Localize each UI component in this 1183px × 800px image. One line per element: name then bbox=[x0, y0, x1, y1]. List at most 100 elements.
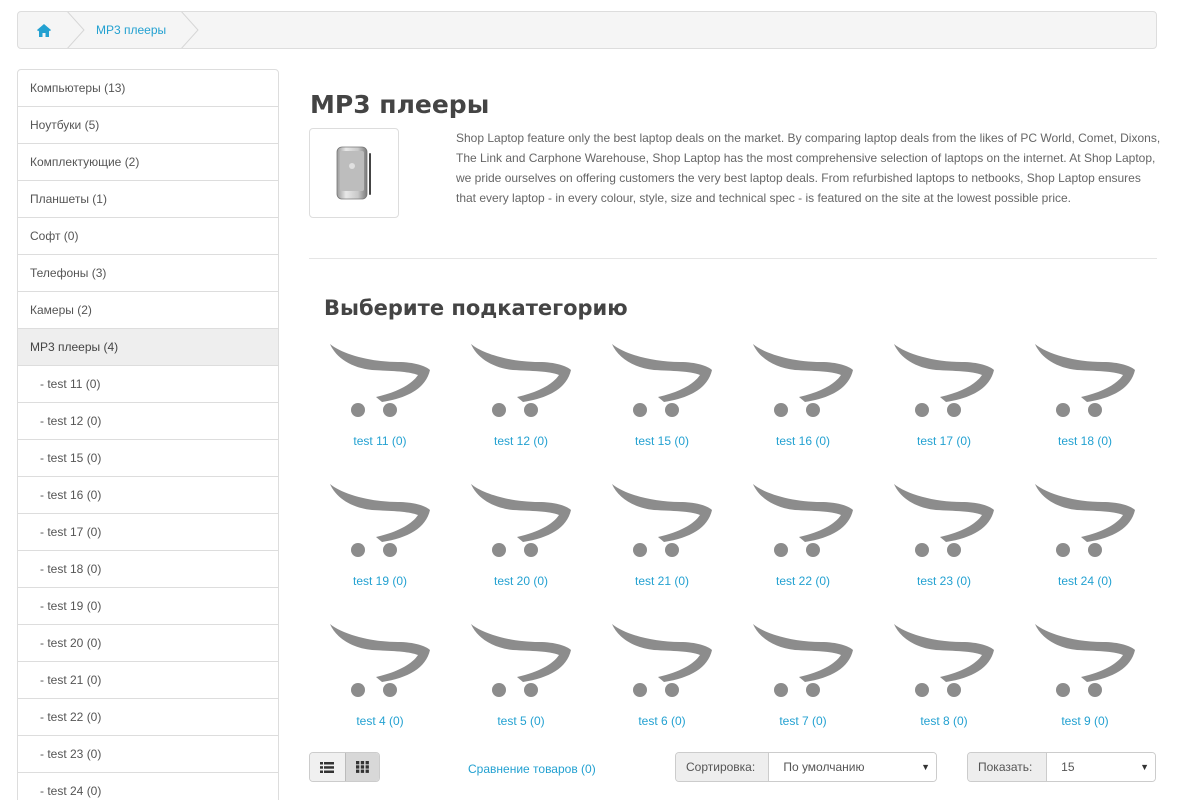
subcategory-item[interactable]: test 21 (0) bbox=[592, 480, 732, 610]
subcategory-link[interactable]: test 15 (0) bbox=[592, 434, 732, 448]
cart-placeholder-icon bbox=[330, 344, 430, 417]
subcategory-item[interactable]: test 11 (0) bbox=[310, 340, 450, 470]
subcategory-item[interactable]: test 18 (0) bbox=[1015, 340, 1155, 470]
sidebar-item[interactable]: Софт (0) bbox=[18, 218, 278, 255]
page-title: MP3 плееры bbox=[310, 90, 490, 119]
cart-placeholder-icon bbox=[753, 344, 853, 417]
sidebar-subitem[interactable]: - test 19 (0) bbox=[18, 588, 278, 625]
subcategory-item[interactable]: test 20 (0) bbox=[451, 480, 591, 610]
subcategory-link[interactable]: test 11 (0) bbox=[310, 434, 450, 448]
subcategory-link[interactable]: test 24 (0) bbox=[1015, 574, 1155, 588]
sidebar-subitem[interactable]: - test 20 (0) bbox=[18, 625, 278, 662]
sidebar-subitem[interactable]: - test 24 (0) bbox=[18, 773, 278, 800]
cart-placeholder-icon bbox=[471, 624, 571, 697]
subcategory-item[interactable]: test 16 (0) bbox=[733, 340, 873, 470]
subcategory-item[interactable]: test 8 (0) bbox=[874, 620, 1014, 750]
subcategory-link[interactable]: test 5 (0) bbox=[451, 714, 591, 728]
subcategory-item[interactable]: test 4 (0) bbox=[310, 620, 450, 750]
subcategory-item[interactable]: test 12 (0) bbox=[451, 340, 591, 470]
breadcrumb-separator bbox=[181, 12, 199, 48]
subcategory-link[interactable]: test 16 (0) bbox=[733, 434, 873, 448]
limit-label: Показать: bbox=[968, 753, 1048, 781]
cart-placeholder-icon bbox=[1035, 344, 1135, 417]
subcategory-item[interactable]: test 5 (0) bbox=[451, 620, 591, 750]
category-sidebar: Компьютеры (13) Ноутбуки (5) Комплектующие… bbox=[17, 69, 279, 800]
subcategory-link[interactable]: test 12 (0) bbox=[451, 434, 591, 448]
mp3-player-image bbox=[336, 146, 371, 200]
list-view-icon bbox=[320, 761, 335, 773]
cart-placeholder-icon bbox=[894, 484, 994, 557]
sidebar-item[interactable]: Камеры (2) bbox=[18, 292, 278, 329]
grid-view-icon bbox=[355, 761, 369, 773]
limit-value: 15 bbox=[1061, 760, 1075, 774]
chevron-down-icon: ▼ bbox=[1140, 762, 1149, 772]
divider bbox=[309, 258, 1157, 259]
cart-placeholder-icon bbox=[330, 484, 430, 557]
cart-placeholder-icon bbox=[612, 624, 712, 697]
subcategory-link[interactable]: test 20 (0) bbox=[451, 574, 591, 588]
list-view-button[interactable] bbox=[310, 753, 345, 781]
cart-placeholder-icon bbox=[753, 624, 853, 697]
subcategory-link[interactable]: test 4 (0) bbox=[310, 714, 450, 728]
sidebar-item[interactable]: Ноутбуки (5) bbox=[18, 107, 278, 144]
subcategory-link[interactable]: test 9 (0) bbox=[1015, 714, 1155, 728]
sort-group: Сортировка: По умолчанию ▼ bbox=[675, 752, 937, 782]
sidebar-subitem[interactable]: - test 16 (0) bbox=[18, 477, 278, 514]
subcategory-item[interactable]: test 24 (0) bbox=[1015, 480, 1155, 610]
chevron-down-icon: ▼ bbox=[921, 762, 930, 772]
category-image[interactable] bbox=[309, 128, 399, 218]
breadcrumb: MP3 плееры bbox=[17, 11, 1157, 49]
grid-view-button[interactable] bbox=[344, 753, 379, 781]
limit-select[interactable]: 15 ▼ bbox=[1047, 753, 1155, 781]
sort-value: По умолчанию bbox=[783, 760, 865, 774]
sidebar-subitem[interactable]: - test 17 (0) bbox=[18, 514, 278, 551]
subcategory-item[interactable]: test 22 (0) bbox=[733, 480, 873, 610]
subcategory-item[interactable]: test 6 (0) bbox=[592, 620, 732, 750]
subcategory-link[interactable]: test 23 (0) bbox=[874, 574, 1014, 588]
subcategory-link[interactable]: test 22 (0) bbox=[733, 574, 873, 588]
view-toggle bbox=[309, 752, 380, 782]
cart-placeholder-icon bbox=[330, 624, 430, 697]
sidebar-item[interactable]: Телефоны (3) bbox=[18, 255, 278, 292]
subcategory-item[interactable]: test 15 (0) bbox=[592, 340, 732, 470]
cart-placeholder-icon bbox=[471, 484, 571, 557]
subcategory-heading: Выберите подкатегорию bbox=[324, 296, 628, 320]
subcategory-link[interactable]: test 6 (0) bbox=[592, 714, 732, 728]
subcategory-item[interactable]: test 9 (0) bbox=[1015, 620, 1155, 750]
cart-placeholder-icon bbox=[894, 624, 994, 697]
subcategory-item[interactable]: test 19 (0) bbox=[310, 480, 450, 610]
breadcrumb-separator bbox=[67, 12, 85, 48]
sidebar-subitem[interactable]: - test 18 (0) bbox=[18, 551, 278, 588]
sidebar-item[interactable]: Компьютеры (13) bbox=[18, 70, 278, 107]
sidebar-subitem[interactable]: - test 21 (0) bbox=[18, 662, 278, 699]
cart-placeholder-icon bbox=[471, 344, 571, 417]
breadcrumb-home[interactable] bbox=[18, 12, 70, 48]
cart-placeholder-icon bbox=[1035, 484, 1135, 557]
sidebar-subitem[interactable]: - test 11 (0) bbox=[18, 366, 278, 403]
sidebar-subitem[interactable]: - test 22 (0) bbox=[18, 699, 278, 736]
sort-select[interactable]: По умолчанию ▼ bbox=[769, 753, 936, 781]
subcategory-item[interactable]: test 17 (0) bbox=[874, 340, 1014, 470]
category-description: Shop Laptop feature only the best laptop… bbox=[456, 131, 1161, 205]
cart-placeholder-icon bbox=[612, 344, 712, 417]
sidebar-subitem[interactable]: - test 23 (0) bbox=[18, 736, 278, 773]
subcategory-item[interactable]: test 23 (0) bbox=[874, 480, 1014, 610]
subcategory-link[interactable]: test 21 (0) bbox=[592, 574, 732, 588]
product-compare-link[interactable]: Сравнение товаров (0) bbox=[468, 762, 596, 776]
cart-placeholder-icon bbox=[1035, 624, 1135, 697]
cart-placeholder-icon bbox=[753, 484, 853, 557]
sidebar-subitem[interactable]: - test 12 (0) bbox=[18, 403, 278, 440]
sidebar-item[interactable]: Планшеты (1) bbox=[18, 181, 278, 218]
subcategory-link[interactable]: test 17 (0) bbox=[874, 434, 1014, 448]
subcategory-link[interactable]: test 8 (0) bbox=[874, 714, 1014, 728]
sidebar-item[interactable]: MP3 плееры (4) bbox=[18, 329, 278, 366]
sidebar-subitem[interactable]: - test 15 (0) bbox=[18, 440, 278, 477]
subcategory-link[interactable]: test 18 (0) bbox=[1015, 434, 1155, 448]
sidebar-item[interactable]: Комплектующие (2) bbox=[18, 144, 278, 181]
subcategory-link[interactable]: test 7 (0) bbox=[733, 714, 873, 728]
breadcrumb-current[interactable]: MP3 плееры bbox=[96, 12, 166, 48]
cart-placeholder-icon bbox=[894, 344, 994, 417]
subcategory-link[interactable]: test 19 (0) bbox=[310, 574, 450, 588]
subcategory-item[interactable]: test 7 (0) bbox=[733, 620, 873, 750]
sort-label: Сортировка: bbox=[676, 753, 770, 781]
